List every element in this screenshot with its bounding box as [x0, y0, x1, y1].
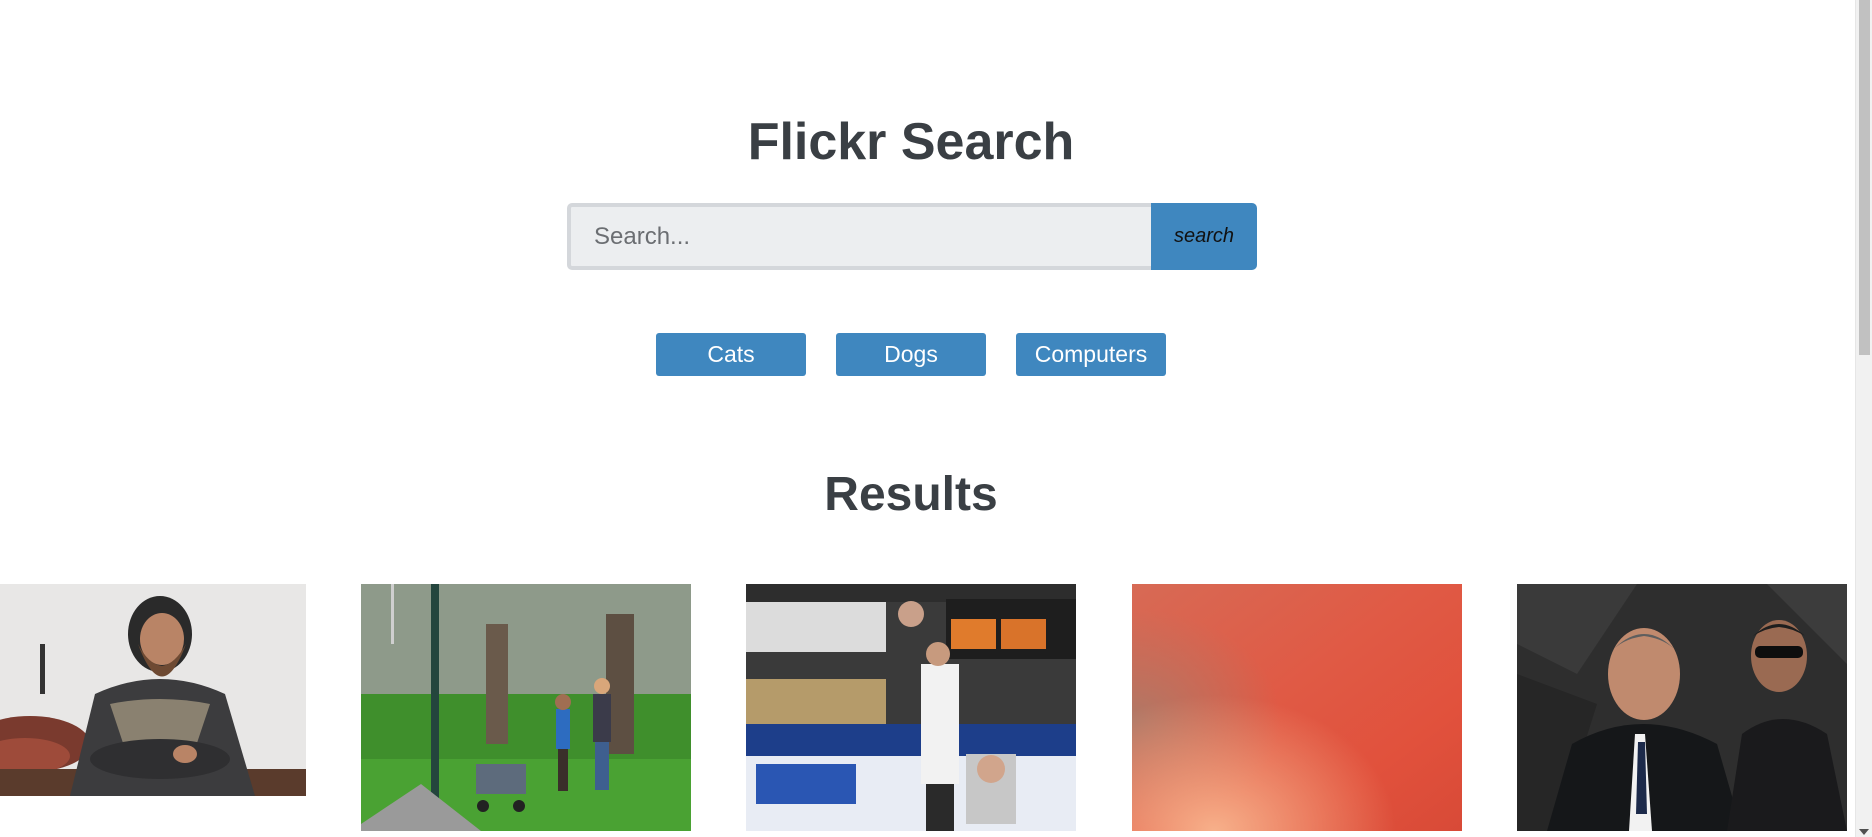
dogs-button[interactable]: Dogs	[836, 333, 986, 376]
results-title: Results	[824, 468, 998, 521]
search-input[interactable]	[567, 203, 1151, 270]
search-button[interactable]: search	[1151, 203, 1257, 270]
scrollbar-thumb[interactable]	[1859, 0, 1870, 355]
search-form: search	[567, 203, 1257, 270]
quick-search-buttons: Cats Dogs Computers	[0, 333, 1822, 376]
result-image[interactable]	[1132, 584, 1462, 831]
result-image[interactable]	[361, 584, 691, 831]
scroll-down-arrow-icon[interactable]	[1859, 829, 1869, 835]
page-title: Flickr Search	[747, 113, 1075, 171]
computers-button[interactable]: Computers	[1016, 333, 1166, 376]
page-scrollbar[interactable]	[1855, 0, 1872, 837]
result-image[interactable]	[746, 584, 1076, 831]
result-image[interactable]	[1517, 584, 1847, 831]
cats-button[interactable]: Cats	[656, 333, 806, 376]
result-image[interactable]	[0, 584, 306, 796]
